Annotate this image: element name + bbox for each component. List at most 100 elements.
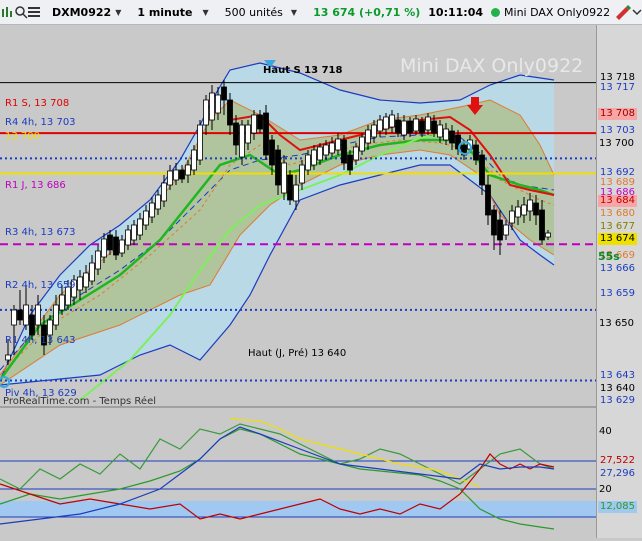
units-label: 500 unités [224,5,283,19]
candle-body [59,294,65,311]
level-label-r2-4h: R2 4h, 13 659 [5,280,76,291]
price-tag: 13 674 [598,233,637,245]
candle-body [203,99,209,126]
candle-body [155,194,161,210]
candle-body [101,238,107,258]
toolbar: DXM0922 ▼ 1 minute ▼ 500 unités ▼ 13 674… [0,0,642,25]
symbol-select[interactable]: DXM0922 ▼ [48,3,125,21]
candle-body [53,304,59,326]
candle-body [353,146,359,161]
indicator-background [0,409,596,538]
candle-body [533,202,539,216]
indicator-chart[interactable] [0,409,596,538]
price-axis-tick: 13 650 [599,318,634,329]
candle-body [173,169,179,181]
candle-body [221,86,227,101]
price-tag: 13 629 [598,395,637,407]
watermark: Mini DAX Only0922 [400,55,584,77]
price-tag: 13 677 [598,221,637,233]
price-tag: 13 640 [598,383,637,395]
candle-body [245,124,251,144]
instrument-icon-button[interactable] [0,3,14,21]
clock-value: 10:11:04 [428,5,484,19]
candle-body [83,272,89,288]
candle-body [317,146,323,161]
candle-body [149,202,155,218]
candle-body [23,304,29,326]
level-label-r1-4h: R1 4h, 13 643 [5,335,76,346]
price-tag: 13 643 [598,370,637,382]
candle-body [161,182,167,202]
candle-body [125,229,131,246]
candle-body [11,309,17,326]
candle-body [293,184,299,202]
timeframe-select[interactable]: 1 minute ▼ [133,3,212,21]
candle-body [305,154,311,171]
candle-body [539,209,545,241]
price-chart[interactable]: Mini DAX Only0922 R1 S, 13 708 R4 4h, 13… [0,25,596,534]
price-tag: 13 680 [598,208,637,220]
level-label-haut-s: Haut S 13 718 [263,65,343,76]
candle-body [401,120,407,136]
candle-body [179,169,185,180]
search-icon [15,6,28,19]
indicator-zone-fill [0,501,596,517]
chevron-down-icon: ▼ [115,7,122,17]
candle-body [335,138,341,151]
candle-body [167,170,173,186]
clock: 10:11:04 [424,3,487,21]
chevron-down-icon [632,9,642,16]
candle-body [251,114,257,134]
candle-body [365,129,371,144]
indicator-tag: 12,085 [598,501,637,513]
candle-body [491,209,497,236]
level-label-r1s: R1 S, 13 708 [5,98,70,109]
chevron-down-icon: ▼ [202,7,209,17]
price-tag: 13 666 [598,263,637,275]
candle-body [131,224,137,241]
candle-body [5,354,11,361]
candle-body [269,139,275,166]
candle-body [323,144,329,156]
candle-body [137,218,143,236]
candle-body [191,149,197,171]
indicator-tag: 27,296 [598,468,637,480]
candle-body [377,119,383,132]
status-dot-icon [491,7,501,17]
candle-body [509,210,515,224]
chevron-down-icon: ▼ [290,7,298,17]
options-button[interactable] [632,3,642,21]
candle-body [347,154,353,171]
candle-body [281,162,287,194]
copyright-label: ProRealTime.com - Temps Réel [3,396,157,407]
instrument-list-button[interactable] [28,3,40,21]
candle-body [395,119,401,134]
candle-body [425,116,431,131]
candle-body [47,319,53,336]
candle-body [95,250,101,270]
price-axis[interactable]: 13 700 13 650 13 718 13 717 13 708 13 703 13 6… [596,25,642,538]
indicator-tag: 27,522 [598,455,637,467]
price-tag: 13 708 [598,108,637,120]
candle-body [389,114,395,128]
candle-timer: 55s [598,250,620,263]
candle-body [233,122,239,146]
candle-body [209,92,215,121]
units-select[interactable]: 500 unités ▼ [221,3,301,21]
tools-button[interactable] [614,3,632,21]
candle-body [407,120,413,134]
connection-status: Mini DAX Only0922 [487,3,614,21]
candle-body [449,130,455,144]
candle-body [485,184,491,216]
candle-body [443,128,449,141]
candle-body [371,124,377,138]
candle-body [119,239,125,254]
instrument-search-button[interactable] [14,3,28,21]
candle-body [431,120,437,134]
level-label-haut-j: Haut (J, Pré) 13 640 [248,348,347,359]
candle-body [359,136,365,152]
instrument-name: Mini DAX Only0922 [504,5,611,19]
candle-body [113,236,119,256]
candle-body [545,232,551,238]
candle-body [527,199,533,212]
